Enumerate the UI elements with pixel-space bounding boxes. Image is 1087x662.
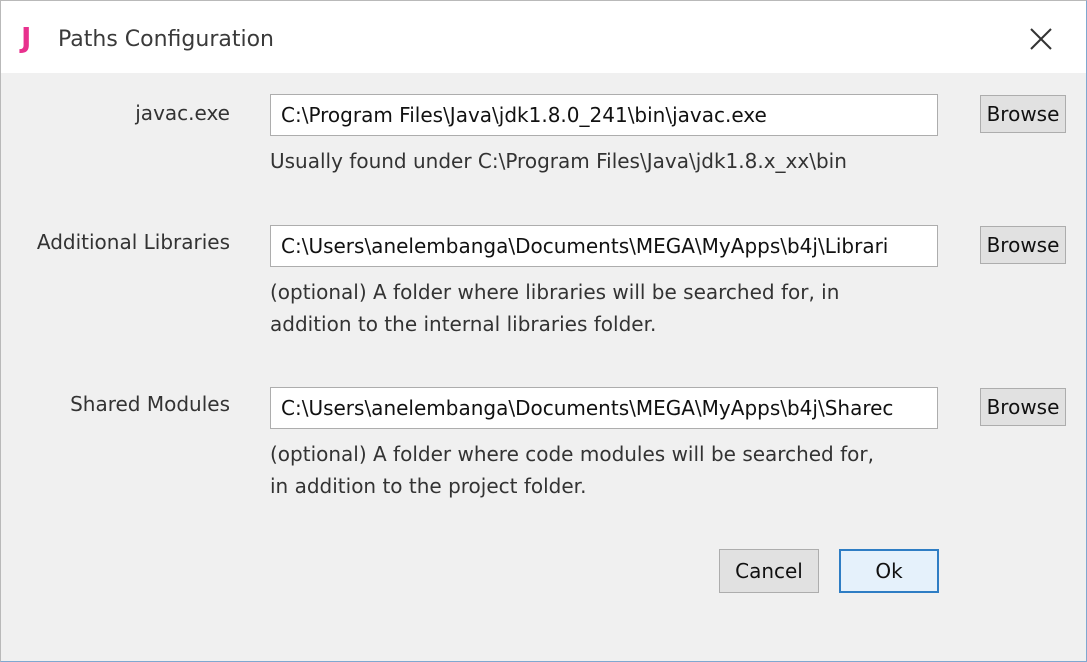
additional-libraries-input[interactable]: C:\Users\anelembanga\Documents\MEGA\MyAp… bbox=[270, 225, 938, 267]
ok-button[interactable]: Ok bbox=[839, 549, 939, 593]
additional-libraries-hint: (optional) A folder where libraries will… bbox=[270, 280, 840, 336]
dialog-content: javac.exe C:\Program Files\Java\jdk1.8.0… bbox=[1, 73, 1086, 661]
paths-configuration-dialog: J Paths Configuration javac.exe C:\Progr… bbox=[0, 0, 1087, 662]
shared-modules-input[interactable]: C:\Users\anelembanga\Documents\MEGA\MyAp… bbox=[270, 387, 938, 429]
javac-label: javac.exe bbox=[135, 101, 230, 125]
close-button[interactable] bbox=[1011, 15, 1071, 63]
title-bar[interactable]: J Paths Configuration bbox=[1, 1, 1086, 73]
cancel-button[interactable]: Cancel bbox=[719, 549, 819, 593]
shared-modules-browse-button[interactable]: Browse bbox=[980, 388, 1066, 426]
app-logo-icon: J bbox=[21, 21, 32, 54]
shared-modules-hint: (optional) A folder where code modules w… bbox=[270, 442, 874, 498]
additional-libraries-label: Additional Libraries bbox=[36, 230, 230, 254]
javac-browse-button[interactable]: Browse bbox=[980, 95, 1066, 133]
javac-hint: Usually found under C:\Program Files\Jav… bbox=[270, 149, 847, 173]
close-icon bbox=[1030, 28, 1052, 50]
shared-modules-label: Shared Modules bbox=[70, 392, 230, 416]
window-title: Paths Configuration bbox=[58, 27, 274, 52]
javac-path-input[interactable]: C:\Program Files\Java\jdk1.8.0_241\bin\j… bbox=[270, 94, 938, 136]
additional-libraries-browse-button[interactable]: Browse bbox=[980, 226, 1066, 264]
